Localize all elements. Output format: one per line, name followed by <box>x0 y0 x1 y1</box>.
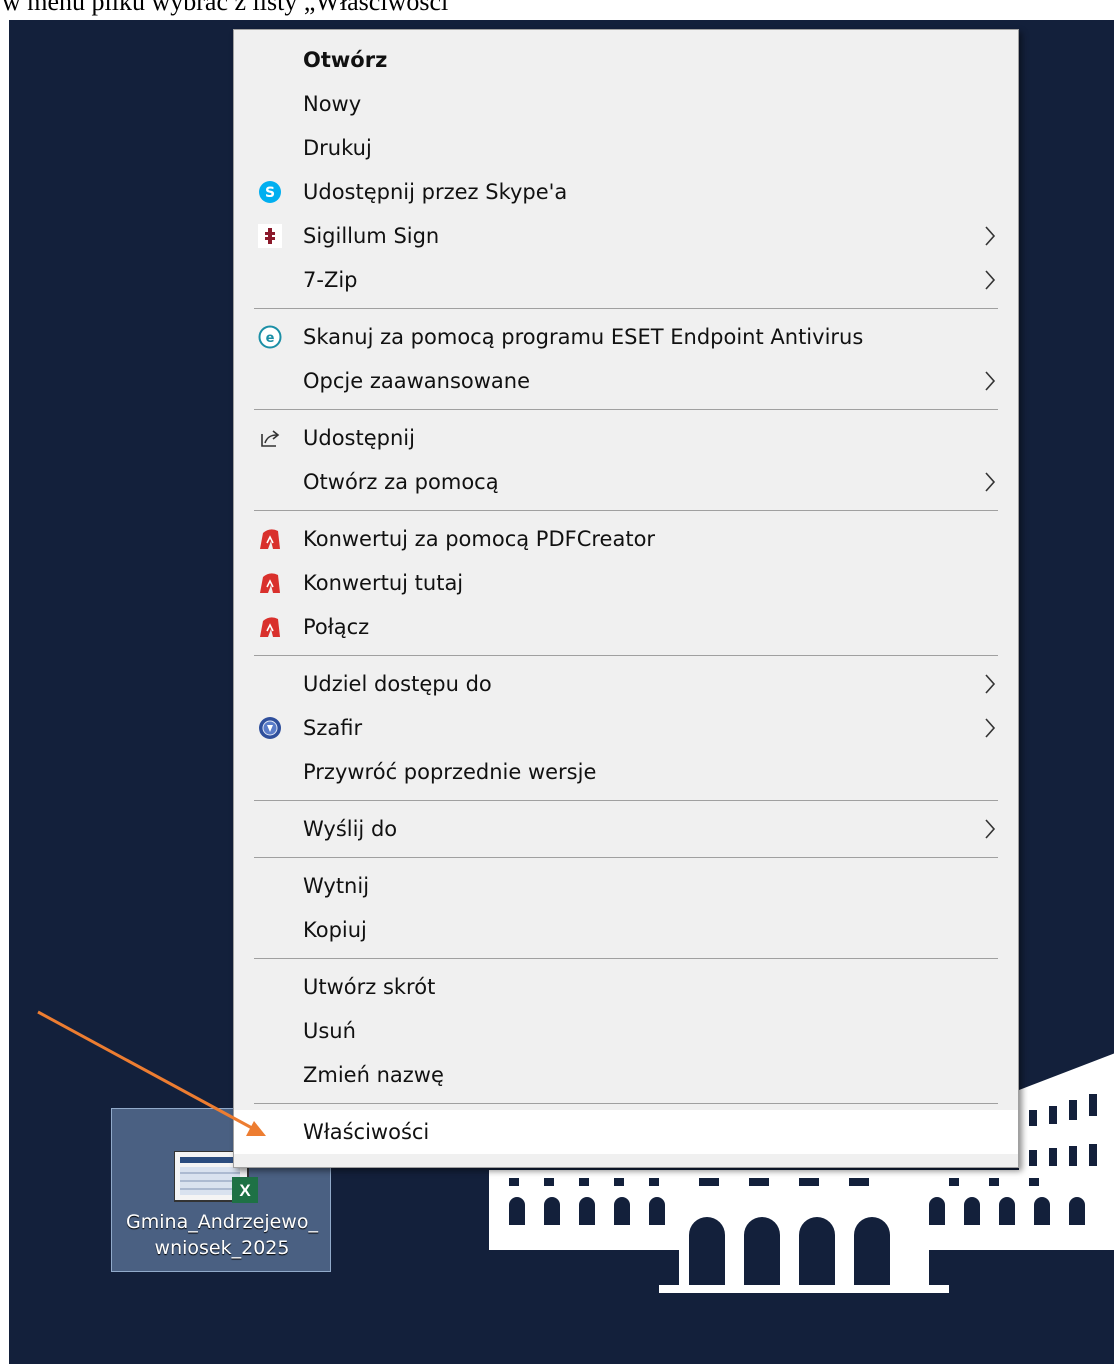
menu-item-restore-versions[interactable]: Przywróć poprzednie wersje <box>234 750 1018 794</box>
menu-separator <box>254 857 998 858</box>
menu-item-label: Nowy <box>303 92 362 116</box>
chevron-right-icon <box>985 674 996 694</box>
menu-item-copy[interactable]: Kopiuj <box>234 908 1018 952</box>
chevron-right-icon <box>985 270 996 290</box>
pdfcreator-icon <box>260 617 280 637</box>
context-menu: Otwórz Nowy Drukuj S Udostępnij przez Sk… <box>233 29 1019 1168</box>
menu-item-label: Utwórz skrót <box>303 975 436 999</box>
menu-item-rename[interactable]: Zmień nazwę <box>234 1053 1018 1097</box>
eset-icon: e <box>258 325 282 349</box>
menu-item-label: Otwórz <box>303 48 388 72</box>
menu-item-label: Wytnij <box>303 874 370 898</box>
menu-item-label: Przywróć poprzednie wersje <box>303 760 597 784</box>
svg-text:e: e <box>266 331 275 346</box>
desktop-file-label: Gmina_Andrzejewo_ wniosek_2025 <box>112 1209 332 1261</box>
menu-item-7zip[interactable]: 7-Zip <box>234 258 1018 302</box>
chevron-right-icon <box>985 371 996 391</box>
menu-separator <box>254 409 998 410</box>
menu-item-label: Sigillum Sign <box>303 224 440 248</box>
menu-item-give-access[interactable]: Udziel dostępu do <box>234 662 1018 706</box>
menu-item-drukuj[interactable]: Drukuj <box>234 126 1018 170</box>
menu-item-label: Udostępnij przez Skype'a <box>303 180 568 204</box>
menu-item-label: Wyślij do <box>303 817 398 841</box>
menu-separator <box>254 800 998 801</box>
menu-item-nowy[interactable]: Nowy <box>234 82 1018 126</box>
menu-item-label: Opcje zaawansowane <box>303 369 531 393</box>
menu-item-label: 7-Zip <box>303 268 358 292</box>
menu-separator <box>254 1103 998 1104</box>
share-icon <box>261 430 280 447</box>
menu-separator <box>254 510 998 511</box>
menu-item-send-to[interactable]: Wyślij do <box>234 807 1018 851</box>
menu-item-label: Otwórz za pomocą <box>303 470 499 494</box>
document-text-strip: w menu pliku wybrać z listy „Właściwości… <box>0 0 1114 20</box>
skype-icon: S <box>259 181 281 203</box>
menu-separator <box>254 655 998 656</box>
menu-item-szafir[interactable]: Szafir <box>234 706 1018 750</box>
menu-item-label: Udziel dostępu do <box>303 672 492 696</box>
chevron-right-icon <box>985 718 996 738</box>
menu-item-label: Konwertuj tutaj <box>303 571 464 595</box>
menu-item-label: Usuń <box>303 1019 356 1043</box>
menu-item-otworz[interactable]: Otwórz <box>234 38 1018 82</box>
menu-item-label: Kopiuj <box>303 918 367 942</box>
menu-item-label: Udostępnij <box>303 426 415 450</box>
menu-item-label: Właściwości <box>303 1120 430 1144</box>
menu-item-sigillum-sign[interactable]: Sigillum Sign <box>234 214 1018 258</box>
chevron-right-icon <box>985 819 996 839</box>
menu-item-create-shortcut[interactable]: Utwórz skrót <box>234 965 1018 1009</box>
chevron-right-icon <box>985 226 996 246</box>
file-name-line2: wniosek_2025 <box>154 1237 290 1259</box>
svg-text:X: X <box>239 1181 251 1200</box>
menu-item-label: Konwertuj za pomocą PDFCreator <box>303 527 656 551</box>
menu-item-open-with[interactable]: Otwórz za pomocą <box>234 460 1018 504</box>
menu-separator <box>254 308 998 309</box>
pdfcreator-icon <box>260 529 280 549</box>
menu-item-advanced-options[interactable]: Opcje zaawansowane <box>234 359 1018 403</box>
menu-item-share[interactable]: Udostępnij <box>234 416 1018 460</box>
menu-item-label: Drukuj <box>303 136 372 160</box>
menu-item-delete[interactable]: Usuń <box>234 1009 1018 1053</box>
chevron-right-icon <box>985 472 996 492</box>
menu-item-skype-share[interactable]: S Udostępnij przez Skype'a <box>234 170 1018 214</box>
menu-item-label: Skanuj za pomocą programu ESET Endpoint … <box>303 325 864 349</box>
menu-item-eset-scan[interactable]: e Skanuj za pomocą programu ESET Endpoin… <box>234 315 1018 359</box>
szafir-icon <box>259 717 281 739</box>
menu-item-merge[interactable]: Połącz <box>234 605 1018 649</box>
menu-item-label: Szafir <box>303 716 363 740</box>
menu-item-convert-here[interactable]: Konwertuj tutaj <box>234 561 1018 605</box>
document-instruction-text: w menu pliku wybrać z listy „Właściwości… <box>2 0 460 16</box>
menu-item-label: Zmień nazwę <box>303 1063 444 1087</box>
pdfcreator-icon <box>260 573 280 593</box>
menu-item-label: Połącz <box>303 615 370 639</box>
file-name-line1: Gmina_Andrzejewo_ <box>126 1211 318 1233</box>
menu-item-pdfcreator-convert[interactable]: Konwertuj za pomocą PDFCreator <box>234 517 1018 561</box>
svg-text:S: S <box>265 185 275 201</box>
menu-separator <box>254 958 998 959</box>
menu-item-properties[interactable]: Właściwości <box>234 1110 1018 1154</box>
sigillum-icon <box>258 224 282 248</box>
menu-item-cut[interactable]: Wytnij <box>234 864 1018 908</box>
